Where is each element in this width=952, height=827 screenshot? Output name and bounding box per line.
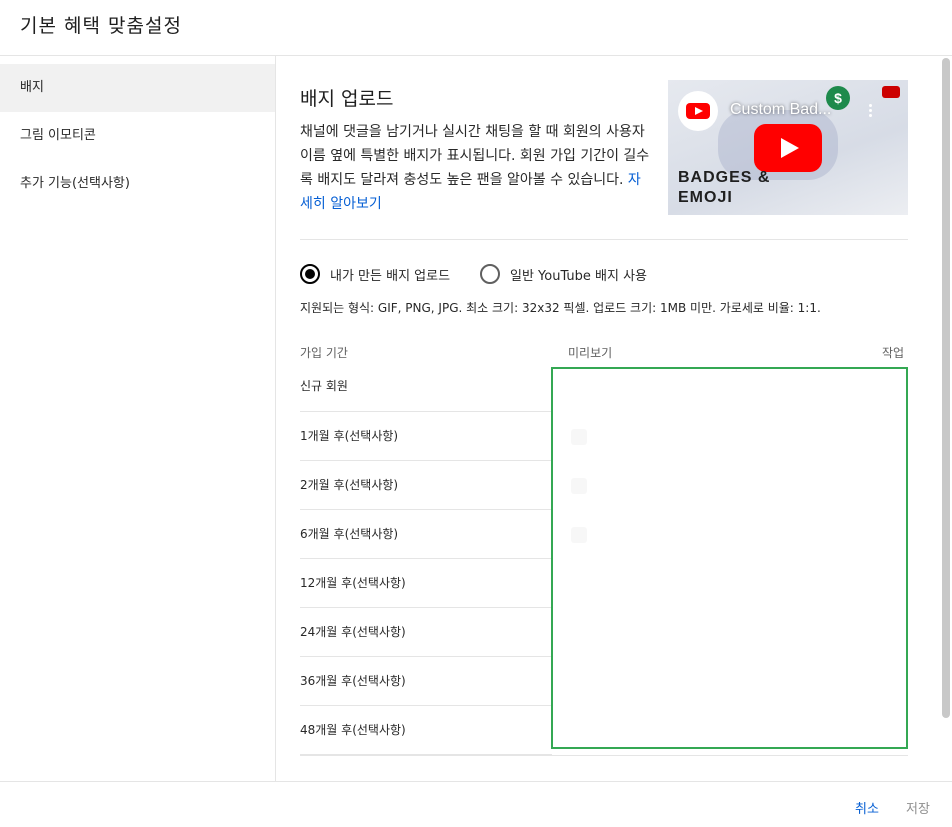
table-row: 24개월 후(선택사항) — [300, 608, 552, 657]
table-row: 12개월 후(선택사항) — [300, 559, 552, 608]
sidebar-item-badges[interactable]: 배지 — [0, 64, 275, 112]
main-panel: 배지 업로드 채널에 댓글을 남기거나 실시간 채팅을 할 때 회원의 사용자 … — [276, 56, 952, 781]
play-button[interactable] — [754, 124, 822, 172]
scrollbar[interactable] — [942, 58, 950, 718]
radio-custom-badges[interactable]: 내가 만든 배지 업로드 — [300, 263, 450, 285]
preview-highlight-box — [551, 367, 908, 749]
dialog-title: 기본 혜택 맞춤설정 — [20, 15, 182, 37]
video-thumbnail[interactable]: $ Custom Bad... BADGES & EMOJI — [668, 80, 908, 215]
table-row: 6개월 후(선택사항) — [300, 510, 552, 559]
column-header-action: 작업 — [882, 346, 905, 360]
radio-checked-icon — [300, 264, 320, 284]
table-row: 36개월 후(선택사항) — [300, 657, 552, 706]
table-row: 1개월 후(선택사항) — [300, 412, 552, 461]
save-button[interactable]: 저장 — [906, 798, 930, 817]
column-header-period: 가입 기간 — [300, 346, 348, 360]
table-row: 48개월 후(선택사항) — [300, 706, 552, 755]
badge-preview — [571, 429, 587, 445]
youtube-logo-icon — [882, 86, 900, 98]
radio-label: 내가 만든 배지 업로드 — [330, 268, 451, 284]
sidebar-item-emoji[interactable]: 그림 이모티콘 — [0, 112, 275, 160]
dialog-footer: 취소 저장 — [0, 781, 952, 827]
description: 채널에 댓글을 남기거나 실시간 채팅을 할 때 회원의 사용자 이름 옆에 특… — [300, 120, 650, 216]
cancel-button[interactable]: 취소 — [855, 798, 879, 817]
badge-preview — [571, 527, 587, 543]
badge-preview — [571, 478, 587, 494]
section-title: 배지 업로드 — [300, 88, 394, 110]
divider — [300, 239, 908, 240]
table-row: 2개월 후(선택사항) — [300, 461, 552, 510]
youtube-icon — [686, 103, 710, 119]
radio-label: 일반 YouTube 배지 사용 — [510, 268, 648, 284]
sidebar-item-extras[interactable]: 추가 기능(선택사항) — [0, 160, 275, 208]
radio-standard-badges[interactable]: 일반 YouTube 배지 사용 — [480, 263, 647, 285]
dialog-header: 기본 혜택 맞춤설정 — [0, 0, 952, 56]
video-title[interactable]: Custom Bad... — [730, 101, 831, 119]
description-text: 채널에 댓글을 남기거나 실시간 채팅을 할 때 회원의 사용자 이름 옆에 특… — [300, 124, 650, 188]
channel-avatar[interactable] — [678, 91, 718, 131]
radio-unchecked-icon — [480, 264, 500, 284]
sidebar: 배지 그림 이모티콘 추가 기능(선택사항) — [0, 56, 276, 781]
column-header-preview: 미리보기 — [568, 346, 613, 360]
supported-formats: 지원되는 형식: GIF, PNG, JPG. 최소 크기: 32x32 픽셀.… — [300, 301, 821, 315]
more-vert-icon[interactable] — [866, 102, 874, 122]
divider — [300, 755, 908, 756]
video-overlay-text: BADGES & EMOJI — [678, 169, 771, 206]
table-row: 신규 회원 — [300, 362, 552, 412]
